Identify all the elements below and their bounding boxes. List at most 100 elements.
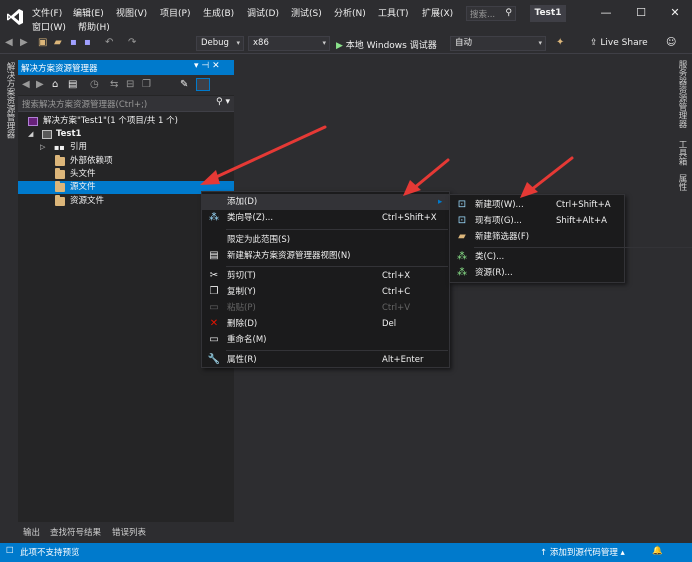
live-share-button[interactable]: ⇪ Live Share — [590, 38, 648, 48]
submenu-item-new-filter[interactable]: ▰ 新建筛选器(F) — [450, 229, 624, 245]
menu-separator — [226, 266, 448, 267]
tree-item-references[interactable]: ▷ ▪▪ 引用 — [18, 141, 234, 154]
feedback-icon[interactable]: ☺ — [666, 37, 676, 48]
menu-project[interactable]: 项目(P) — [160, 6, 190, 19]
menu-item-shortcut: Ctrl+C — [382, 287, 411, 297]
menu-item-new-view[interactable]: ▤ 新建解决方案资源管理器视图(N) — [202, 248, 449, 264]
submenu-item-class[interactable]: ⁂ 类(C)... — [450, 249, 624, 265]
menu-item-scope-to-this[interactable]: 限定为此范围(S) — [202, 232, 449, 248]
menu-item-copy[interactable]: ❐ 复制(Y) Ctrl+C — [202, 284, 449, 300]
menu-build[interactable]: 生成(B) — [203, 6, 234, 19]
menu-test[interactable]: 测试(S) — [291, 6, 322, 19]
menu-help[interactable]: 帮助(H) — [78, 20, 110, 33]
paste-icon: ▭ — [209, 302, 219, 313]
notification-icon[interactable]: 🔔 — [652, 546, 663, 556]
source-control-button[interactable]: ↑ 添加到源代码管理 ▴ — [540, 546, 625, 558]
submenu-item-resource[interactable]: ⁂ 资源(R)... — [450, 265, 624, 281]
menu-tools[interactable]: 工具(T) — [378, 6, 409, 19]
maximize-button[interactable]: ☐ — [630, 4, 652, 22]
menu-separator — [474, 247, 692, 248]
collapse-all-icon[interactable]: ⊟ — [126, 79, 134, 90]
preview-toggle-icon[interactable] — [196, 78, 210, 91]
tree-item-label: 源文件 — [70, 182, 96, 192]
search-placeholder: 搜索... — [470, 10, 496, 20]
menu-analyze[interactable]: 分析(N) — [334, 6, 366, 19]
tab-error-list[interactable]: 错误列表 — [112, 526, 146, 538]
minimize-button[interactable]: — — [595, 4, 617, 22]
resource-icon: ⁂ — [457, 267, 467, 278]
menu-item-class-wizard[interactable]: ⁂ 类向导(Z)... Ctrl+Shift+X — [202, 210, 449, 226]
new-item-icon: ⊡ — [457, 199, 467, 210]
platform-select[interactable]: x86 ▾ — [248, 36, 330, 51]
tab-properties[interactable]: 属性 — [676, 174, 688, 191]
menu-item-properties[interactable]: 🔧 属性(R) Alt+Enter — [202, 352, 449, 368]
wrench-icon[interactable]: ✎ — [180, 79, 188, 90]
open-folder-icon[interactable]: ▰ — [54, 37, 62, 48]
collapsed-chevron-icon[interactable]: ▷ — [40, 141, 45, 154]
forward-icon[interactable]: ▶ — [36, 79, 44, 90]
undo-icon[interactable]: ↶ — [105, 37, 113, 48]
new-project-icon[interactable]: ▣ — [38, 37, 47, 48]
back-icon[interactable]: ◀ — [22, 79, 30, 90]
menu-file[interactable]: 文件(F) — [32, 6, 62, 19]
submenu-item-new-item[interactable]: ⊡ 新建项(W)... Ctrl+Shift+A — [450, 197, 624, 213]
menu-item-label: 复制(Y) — [227, 287, 256, 297]
redo-icon[interactable]: ↷ — [128, 37, 136, 48]
menu-item-label: 粘贴(P) — [227, 303, 256, 313]
title-bar: 文件(F) 编辑(E) 视图(V) 项目(P) 生成(B) 调试(D) 测试(S… — [0, 0, 692, 34]
menu-item-shortcut: Del — [382, 319, 397, 329]
platform-value: x86 — [253, 38, 269, 48]
submenu-item-existing-item[interactable]: ⊡ 现有项(G)... Shift+Alt+A — [450, 213, 624, 229]
menu-item-shortcut: Shift+Alt+A — [556, 216, 607, 226]
sync-icon[interactable]: ⇆ — [110, 79, 118, 90]
debug-tool-icon[interactable]: ✦ — [556, 37, 564, 48]
expanded-chevron-icon[interactable]: ◢ — [28, 128, 33, 141]
tab-toolbox[interactable]: 工具箱 — [676, 140, 688, 166]
folder-icon — [55, 181, 65, 192]
menu-extensions[interactable]: 扩展(X) — [422, 6, 453, 19]
menu-debug[interactable]: 调试(D) — [247, 6, 279, 19]
menu-item-label: 剪切(T) — [227, 271, 256, 281]
menu-item-cut[interactable]: ✂ 剪切(T) Ctrl+X — [202, 268, 449, 284]
tab-server-explorer[interactable]: 服务器资源管理器 — [676, 60, 688, 128]
pending-changes-icon[interactable]: ◷ — [90, 79, 99, 90]
forward-icon[interactable]: ▶ — [20, 37, 28, 48]
config-select[interactable]: Debug ▾ — [196, 36, 244, 51]
close-button[interactable]: ✕ — [664, 4, 686, 22]
menu-view[interactable]: 视图(V) — [116, 6, 147, 19]
tree-item-solution[interactable]: 解决方案"Test1"(1 个项目/共 1 个) — [18, 115, 234, 128]
menu-item-label: 类向导(Z)... — [227, 213, 274, 223]
menu-item-rename[interactable]: ▭ 重命名(M) — [202, 332, 449, 348]
tree-item-label: 资源文件 — [70, 196, 105, 206]
toolbar: ◀ ▶ ▣ ▰ ▪ ▪ ↶ ↷ Debug ▾ x86 ▾ ▶ 本地 Windo… — [0, 34, 692, 54]
run-mode-select[interactable]: 自动 ▾ — [450, 36, 546, 51]
save-icon[interactable]: ▪ — [70, 37, 77, 48]
menu-item-label: 新建筛选器(F) — [475, 232, 530, 242]
menu-item-delete[interactable]: ✕ 删除(D) Del — [202, 316, 449, 332]
home-icon[interactable]: ⌂ — [52, 79, 58, 90]
show-all-files-icon[interactable]: ❐ — [142, 79, 151, 90]
menu-edit[interactable]: 编辑(E) — [73, 6, 104, 19]
switch-view-icon[interactable]: ▤ — [68, 79, 77, 90]
tree-item-header-files[interactable]: 头文件 — [18, 168, 234, 181]
tree-item-project[interactable]: ◢ Test1 — [18, 128, 234, 141]
run-debugger-button[interactable]: ▶ 本地 Windows 调试器 — [336, 38, 437, 51]
menu-item-shortcut: Alt+Enter — [382, 355, 424, 365]
tree-item-label: 头文件 — [70, 169, 96, 179]
tab-output[interactable]: 输出 — [23, 526, 40, 538]
menu-item-shortcut: Ctrl+V — [382, 303, 411, 313]
tree-item-external-deps[interactable]: 外部依赖项 — [18, 155, 234, 168]
panel-controls[interactable]: ▾ ⊣ ✕ — [194, 61, 220, 71]
menu-item-add[interactable]: 添加(D) ▸ — [202, 194, 449, 210]
solution-search-input[interactable]: 搜索解决方案资源管理器(Ctrl+;) ⚲ ▾ — [18, 96, 234, 112]
menu-window[interactable]: 窗口(W) — [32, 20, 66, 33]
back-icon[interactable]: ◀ — [5, 37, 13, 48]
tree-item-label: Test1 — [56, 129, 82, 139]
tab-solution-explorer[interactable]: 解决方案资源管理器 — [4, 62, 16, 139]
save-all-icon[interactable]: ▪ — [84, 37, 91, 48]
left-dock-tabs: 解决方案资源管理器 — [0, 54, 18, 544]
live-share-label: Live Share — [600, 38, 648, 48]
tab-find-symbol-results[interactable]: 查找符号结果 — [50, 526, 101, 538]
new-view-icon: ▤ — [209, 250, 219, 261]
search-input[interactable]: 搜索... ⚲ — [466, 6, 516, 21]
